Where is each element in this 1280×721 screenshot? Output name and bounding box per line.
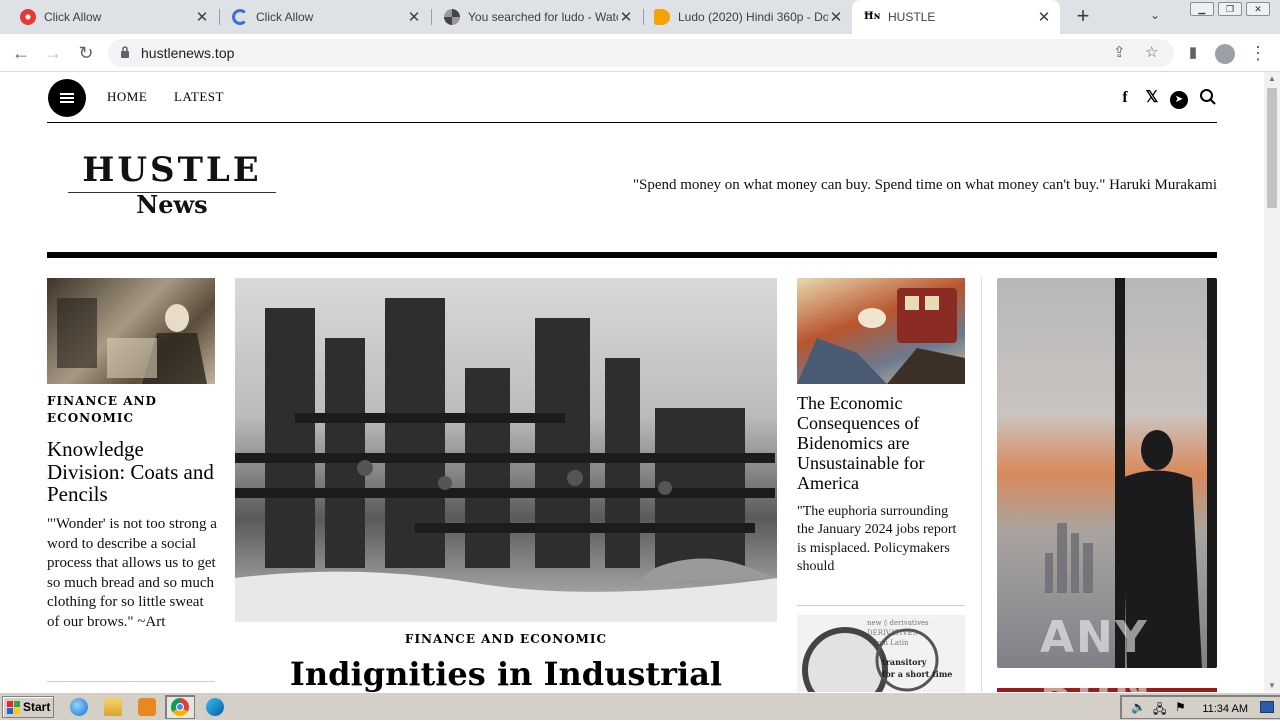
maximize-button[interactable]: ❐	[1218, 2, 1242, 16]
media-player-icon[interactable]	[138, 698, 156, 716]
browser-tab-2[interactable]: Click Allow ✕	[220, 0, 430, 34]
address-bar[interactable]: hustlenews.top ⇪ ☆	[108, 39, 1174, 67]
system-tray: 🔈 🖧 ⚑ 11:34 AM	[1120, 695, 1280, 719]
feature-category[interactable]: FINANCE AND ECONOMIC	[235, 631, 777, 648]
back-arrow-icon[interactable]: ←	[8, 40, 34, 66]
svg-text:new ◊ derivatives: new ◊ derivatives	[867, 619, 929, 627]
start-button[interactable]: Start	[2, 696, 54, 718]
reload-icon[interactable]: ↻	[73, 40, 99, 66]
close-tab-icon[interactable]: ✕	[1036, 8, 1052, 26]
orange-d-icon	[654, 9, 670, 25]
url-text[interactable]: hustlenews.top	[141, 45, 234, 61]
header-quote: "Spend money on what money can buy. Spen…	[632, 177, 1217, 193]
column-divider	[981, 278, 982, 692]
article-thumbnail-political-cartoon[interactable]	[797, 278, 965, 384]
aperture-icon	[444, 9, 460, 25]
featured-image-industrial-plant[interactable]	[235, 278, 777, 622]
bookmark-star-icon[interactable]: ☆	[1145, 43, 1158, 61]
svg-text:transitory: transitory	[882, 657, 927, 667]
anyrun-watermark: ANY RUN	[1040, 612, 1153, 692]
article-excerpt-left: "'Wonder' is not too strong a word to de…	[47, 516, 217, 630]
chrome-icon	[171, 698, 189, 716]
close-tab-icon[interactable]: ✕	[194, 8, 210, 26]
close-tab-icon[interactable]: ✕	[406, 8, 422, 26]
window-controls: ▁ ❐ ✕	[1190, 2, 1270, 16]
category-line-1: FINANCE AND	[47, 394, 157, 408]
page-scrollbar[interactable]: ▲ ▼	[1264, 72, 1280, 692]
article-excerpt-right: "The euphoria surrounding the January 20…	[797, 504, 957, 574]
article-category[interactable]: FINANCE AND ECONOMIC	[47, 393, 157, 427]
show-desktop-icon[interactable]	[1260, 701, 1274, 713]
browser-tab-4[interactable]: Ludo (2020) Hindi 360p - Dood ✕	[642, 0, 852, 34]
tab-title: Ludo (2020) Hindi 360p - Dood	[678, 10, 828, 24]
site-logo[interactable]: HUSTLE News	[68, 152, 276, 217]
flag-icon[interactable]: ⚑	[1175, 700, 1186, 714]
share-icon[interactable]: ⇪	[1113, 43, 1126, 61]
profile-avatar-icon[interactable]	[1212, 40, 1238, 66]
close-tab-icon[interactable]: ✕	[618, 8, 634, 26]
new-tab-button[interactable]: +	[1070, 4, 1096, 30]
close-tab-icon[interactable]: ✕	[828, 8, 844, 26]
article-title-right[interactable]: The Economic Consequences of Bidenomics …	[797, 393, 965, 493]
x-twitter-icon[interactable]: 𝕏	[1142, 88, 1162, 108]
feature-title[interactable]: Indignities in Industrial	[235, 655, 777, 692]
kebab-menu-icon[interactable]: ⋮	[1245, 40, 1271, 66]
facebook-icon[interactable]: f	[1115, 88, 1135, 108]
search-icon[interactable]	[1198, 88, 1218, 108]
volume-icon[interactable]: 🔈	[1131, 700, 1146, 714]
tab-title: You searched for ludo - Watch	[468, 10, 618, 24]
red-circle-icon	[20, 9, 36, 25]
article-divider	[797, 605, 965, 606]
windows-flag-icon	[7, 700, 20, 714]
network-icon[interactable]: 🖧	[1153, 700, 1166, 721]
nav-latest-link[interactable]: LATEST	[174, 89, 224, 105]
forward-arrow-icon[interactable]: →	[40, 40, 66, 66]
tab-search-chevron-icon[interactable]: ⌄	[1150, 8, 1160, 22]
logo-news-text: News	[136, 190, 208, 219]
browser-tab-1[interactable]: Click Allow ✕	[8, 0, 218, 34]
tab-title: Click Allow	[44, 10, 102, 24]
category-line-2: ECONOMIC	[47, 411, 135, 425]
refresh-blue-icon	[232, 9, 248, 25]
lock-icon	[121, 46, 129, 58]
browser-tab-5-active[interactable]: Ħɴ HUSTLE ✕	[852, 0, 1060, 34]
file-explorer-icon[interactable]	[104, 698, 122, 716]
scroll-down-arrow-icon[interactable]: ▼	[1264, 681, 1280, 690]
hn-logo-icon: Ħɴ	[864, 11, 881, 22]
masthead-rule	[47, 252, 1217, 258]
scrollbar-thumb[interactable]	[1267, 88, 1277, 208]
browser-tab-3[interactable]: You searched for ludo - Watch ✕	[432, 0, 642, 34]
minimize-button[interactable]: ▁	[1190, 2, 1214, 16]
hamburger-menu-button[interactable]	[48, 79, 86, 117]
start-label: Start	[23, 700, 51, 714]
svg-text:for a short time: for a short time	[882, 669, 952, 679]
web-page: HOME LATEST f 𝕏 ➤ HUSTLE News "Spend mon…	[0, 72, 1264, 692]
nav-home-link[interactable]: HOME	[107, 89, 147, 105]
scroll-up-arrow-icon[interactable]: ▲	[1264, 74, 1280, 83]
logo-hustle-text: HUSTLE	[82, 150, 262, 190]
header-divider	[47, 122, 1217, 123]
internet-explorer-icon[interactable]	[70, 698, 88, 716]
close-window-button[interactable]: ✕	[1246, 2, 1270, 16]
tab-title: Click Allow	[256, 10, 314, 24]
side-panel-icon[interactable]: ▮	[1180, 40, 1206, 66]
telegram-icon[interactable]: ➤	[1169, 88, 1189, 109]
article-thumbnail-magnifier-dictionary[interactable]: new ◊ derivatives DERIVATIVES origin Latin…	[797, 615, 965, 692]
article-title-left[interactable]: Knowledge Division: Coats and Pencils	[47, 438, 215, 506]
edge-icon[interactable]	[206, 698, 224, 716]
windows-taskbar: Start 🔈 🖧 ⚑ 11:34 AM	[0, 692, 1280, 720]
article-thumbnail-vintage-office[interactable]	[47, 278, 215, 384]
article-divider	[47, 681, 215, 682]
chrome-taskbar-button[interactable]	[165, 695, 195, 719]
browser-tab-strip: Click Allow ✕ Click Allow ✕ You searched…	[0, 0, 1280, 34]
clock: 11:34 AM	[1202, 703, 1248, 715]
browser-toolbar: ← → ↻ hustlenews.top ⇪ ☆ ▮ ⋮	[0, 34, 1280, 72]
sidebar-image-city-skyline[interactable]	[997, 278, 1217, 668]
tab-title: HUSTLE	[888, 10, 936, 24]
